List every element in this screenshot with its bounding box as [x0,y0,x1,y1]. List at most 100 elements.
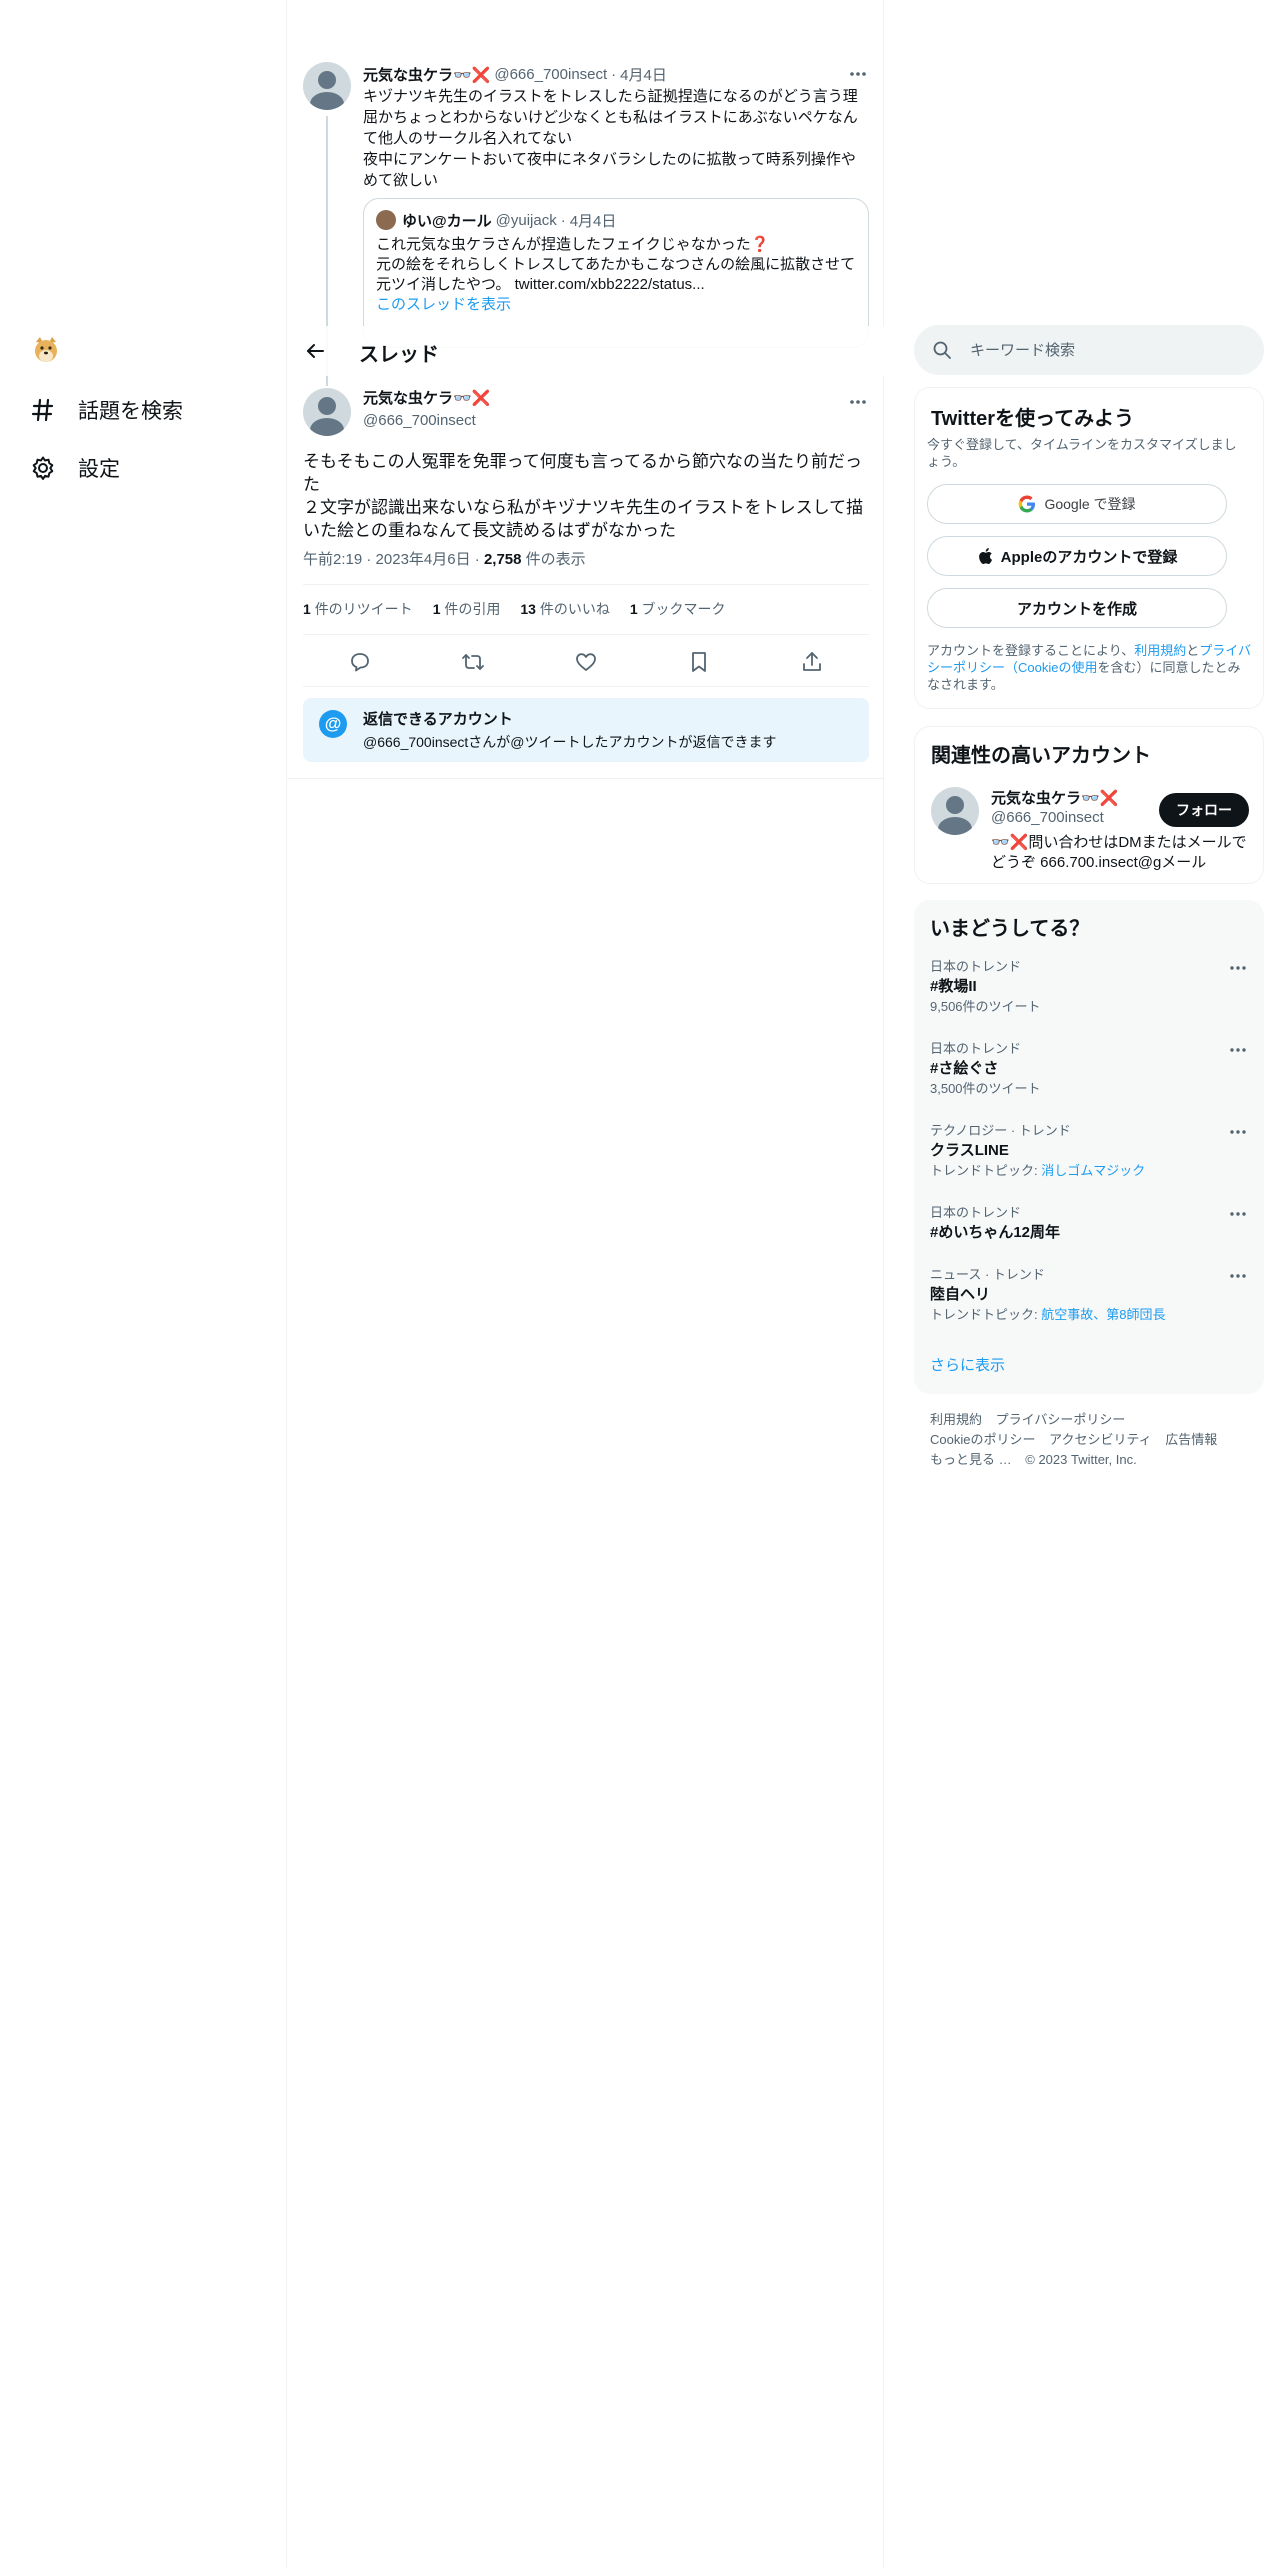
show-thread-link[interactable]: このスレッドを表示 [376,296,511,313]
apple-logo-icon [978,548,992,564]
trend-item[interactable]: 日本のトレンド #めいちゃん12周年 [930,1204,1248,1244]
trend-tweet-count: 3,500件のツイート [930,1081,1041,1096]
footer-link-privacy[interactable]: プライバシーポリシー [996,1412,1126,1427]
quote-text: これ元気な虫ケラさんが捏造したフェイクじゃなかった❓ 元の絵をそれらしくトレスし… [376,235,856,315]
main-column: 元気な虫ケラ👓❌ @666_700insect · 4月4日 キヅナツキ先生のイ… [286,0,885,2568]
trend-name: #教場II [930,978,977,995]
bookmark-icon[interactable] [687,650,711,674]
related-accounts-card: 関連性の高いアカウント 元気な虫ケラ👓❌ @666_700insect フォロー… [914,726,1264,884]
tweet-text-line: キヅナツキ先生のイラストをトレスしたら証拠捏造になるのがどう言う理 [363,88,858,105]
reply-icon[interactable] [348,650,372,674]
author-name[interactable]: 元気な虫ケラ👓❌ [363,388,490,410]
trend-category: 日本のトレンド [930,1205,1022,1220]
trend-category: ニュース · トレンド [930,1267,1045,1282]
create-account-label: アカウントを作成 [1016,600,1137,618]
footer-link-more[interactable]: もっと見る … [930,1452,1012,1467]
follow-button[interactable]: フォロー [1159,793,1249,827]
related-account-handle[interactable]: @666_700insect [991,809,1104,826]
tweet-date[interactable]: 2023年4月6日 [376,551,471,568]
nav-settings-label: 設定 [78,458,120,481]
reply-restriction-desc: @666_700insectさんが@ツイートしたアカウントが返信できます [363,734,777,750]
quote-meta: ゆい@カール @yuijack · 4月4日 [376,209,856,231]
more-options-icon[interactable] [847,64,869,84]
more-options-icon[interactable] [1228,1268,1248,1284]
trend-item[interactable]: 日本のトレンド #さ絵ぐさ 3,500件のツイート [930,1040,1248,1098]
apple-signup-button[interactable]: Appleのアカウントで登録 [927,536,1227,576]
tweet-actions [303,638,869,686]
trend-item[interactable]: 日本のトレンド #教場II 9,506件のツイート [930,958,1248,1016]
like-stat[interactable]: 13 件のいいね [520,599,609,619]
at-sign-icon: @ [319,710,347,738]
signup-subtitle: 今すぐ登録して、タイムラインをカスタマイズしましょう。 [927,437,1237,469]
nav-settings[interactable]: 設定 [30,448,120,488]
more-options-icon[interactable] [1228,1124,1248,1140]
hash-icon [30,397,56,423]
tweet-date[interactable]: 4月4日 [620,64,667,85]
footer-link-cookies[interactable]: Cookieのポリシー [930,1432,1035,1447]
separator-dot: · [474,551,480,568]
retweet-icon[interactable] [461,650,485,674]
trend-tweet-count: 9,506件のツイート [930,999,1041,1014]
avatar[interactable] [303,62,351,110]
footer-link-ads-info[interactable]: 広告情報 [1165,1432,1217,1447]
trend-topic-link[interactable]: 消しゴムマジック [1041,1163,1145,1178]
like-heart-icon[interactable] [574,650,598,674]
quote-avatar [376,210,396,230]
tweet-text: そもそもこの人冤罪を免罪って何度も言ってるから節穴なの当たり前だっ た ２文字が… [303,450,869,542]
google-signup-button[interactable]: Google で登録 [927,484,1227,524]
back-arrow-icon[interactable] [303,339,327,363]
trend-topic: トレンドトピック: 航空事故、第8師団長 [930,1306,1248,1324]
quote-date: 4月4日 [569,212,617,230]
more-options-icon[interactable] [847,392,869,412]
view-count-label: 件の表示 [525,551,586,568]
trend-item[interactable]: ニュース · トレンド 陸自ヘリ トレンドトピック: 航空事故、第8師団長 [930,1266,1248,1324]
more-options-icon[interactable] [1228,1206,1248,1222]
trend-topic-label: トレンドトピック: [930,1307,1042,1322]
thread-header: スレッド [287,326,885,376]
author-name[interactable]: 元気な虫ケラ👓❌ [363,64,490,85]
trend-name: #さ絵ぐさ [930,1060,999,1077]
trend-item[interactable]: テクノロジー · トレンド クラスLINE トレンドトピック: 消しゴムマジック [930,1122,1248,1180]
search-bar[interactable] [914,325,1264,375]
more-options-icon[interactable] [1228,1042,1248,1058]
footer-links: 利用規約 プライバシーポリシー Cookieのポリシー アクセシビリティ 広告情… [930,1410,1260,1470]
nav-explore[interactable]: 話題を検索 [30,390,183,430]
trends-title: いまどうしてる？ [930,918,1090,940]
author-identity[interactable]: 元気な虫ケラ👓❌ @666_700insect [363,388,490,432]
avatar[interactable] [303,388,351,436]
create-account-button[interactable]: アカウントを作成 [927,588,1227,628]
author-handle[interactable]: @666_700insect [363,410,490,432]
like-label: 件のいいね [539,601,610,617]
related-account-name[interactable]: 元気な虫ケラ👓❌ [991,787,1118,808]
trend-topic-link[interactable]: 航空事故、第8師団長 [1041,1307,1165,1322]
tweet-text-line: て他人のサークル名入れてない [363,130,573,147]
quote-author-name: ゆい@カール [402,212,492,230]
tweet-text-line: めて欲しい [363,172,439,189]
doge-logo-icon[interactable] [30,334,62,366]
tweet-text-line: 夜中にアンケートおいて夜中にネタバラシしたのに拡散って時系列操作や [363,151,856,168]
footer-link-terms[interactable]: 利用規約 [930,1412,982,1427]
share-icon[interactable] [800,650,824,674]
author-handle[interactable]: @666_700insect [494,66,607,83]
google-logo-icon [1019,495,1036,513]
retweet-stat[interactable]: 1 件のリツイート [303,599,413,619]
avatar[interactable] [931,787,979,835]
signup-card: Twitterを使ってみよう 今すぐ登録して、タイムラインをカスタマイズしましょ… [914,387,1264,709]
trend-category: 日本のトレンド [930,959,1022,974]
reply-restriction-title: 返信できるアカウント [363,711,513,728]
gear-icon [30,455,56,481]
trends-card: いまどうしてる？ 日本のトレンド #教場II 9,506件のツイート 日本のトレ… [914,900,1264,1394]
terms-of-service-link[interactable]: 利用規約 [1134,643,1186,658]
bookmark-stat[interactable]: 1 ブックマーク [630,599,726,619]
tweet-time[interactable]: 午前2:19 [303,551,362,568]
divider [303,686,869,687]
bookmark-label: ブックマーク [641,601,726,617]
tweet-text-line: た [303,475,320,494]
show-more-trends-link[interactable]: さらに表示 [930,1354,1005,1375]
tweet-text-line: 屈かちょっとわからないけど少なくとも私はイラストにあぶないペケなん [363,109,858,126]
more-options-icon[interactable] [1228,960,1248,976]
quote-stat[interactable]: 1 件の引用 [433,599,501,619]
retweet-label: 件のリツイート [314,601,413,617]
footer-link-accessibility[interactable]: アクセシビリティ [1049,1432,1152,1447]
search-input[interactable] [970,337,1240,363]
